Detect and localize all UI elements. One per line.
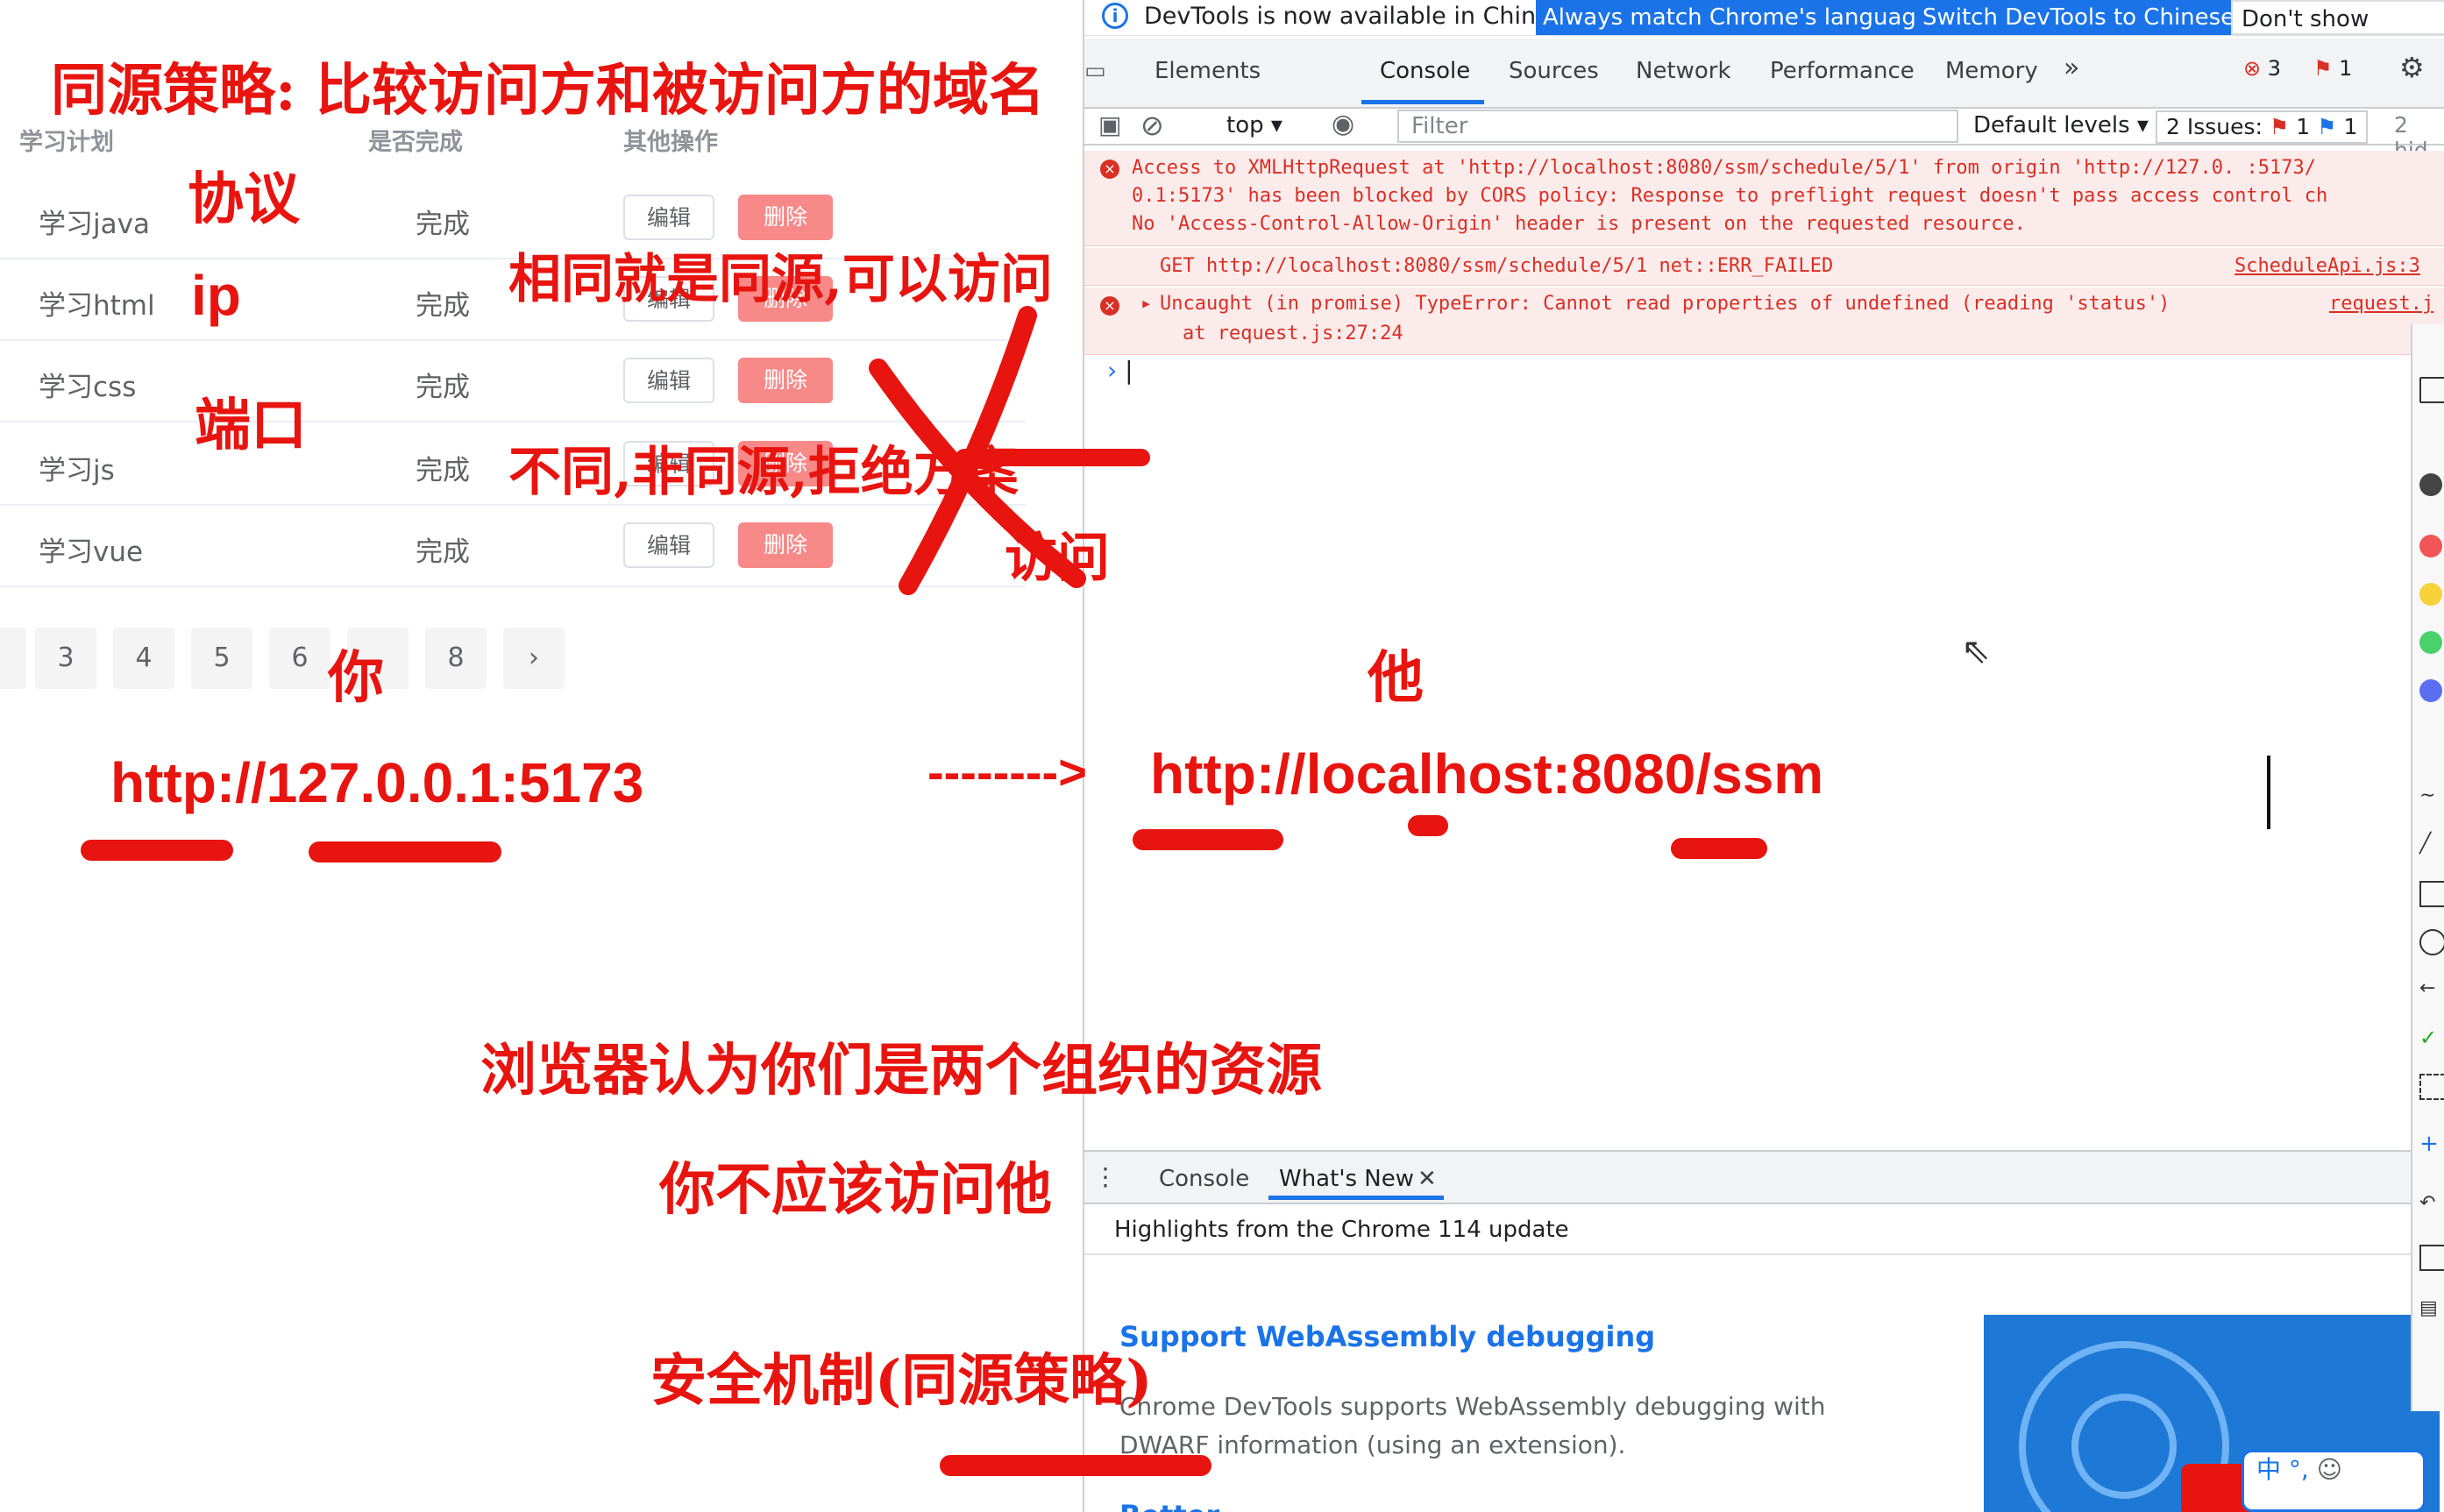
annotation-strokes (81, 306, 1767, 1476)
cross-stroke-1 (869, 358, 1086, 588)
